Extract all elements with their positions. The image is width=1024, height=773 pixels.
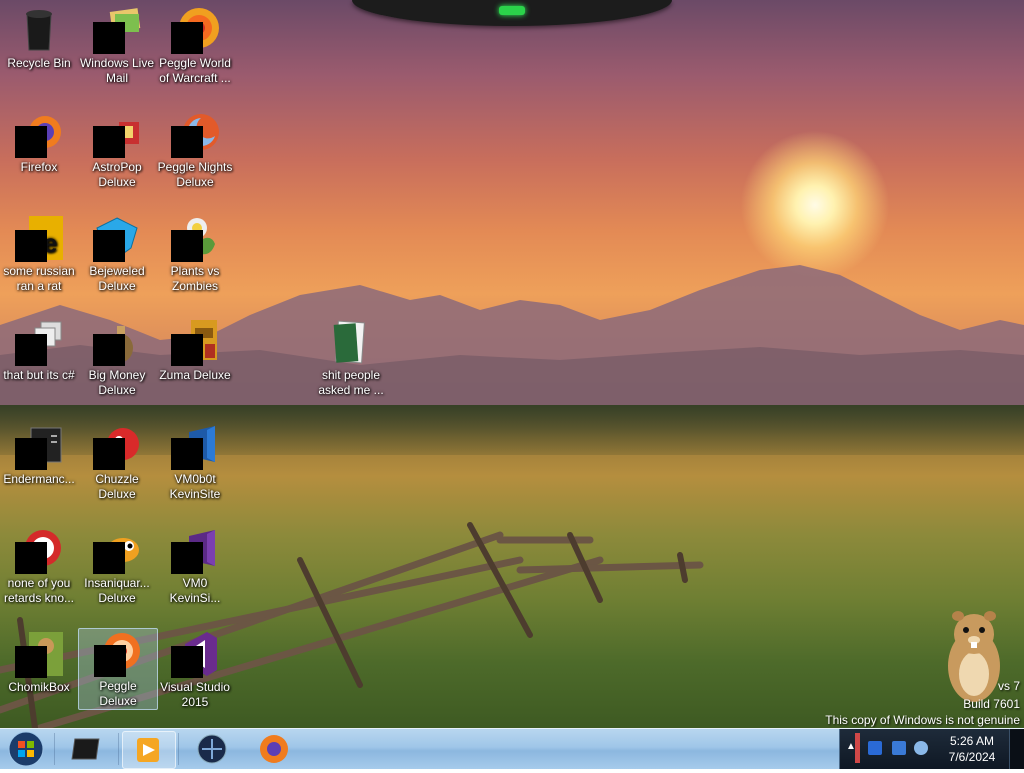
gadget-indicator-light [499, 6, 525, 15]
clock-time: 5:26 AM [949, 734, 995, 748]
taskbar-item-media-player[interactable] [122, 731, 176, 769]
icon-label: VM0 KevinSi... [169, 576, 221, 605]
desktop-icon-big-money-deluxe[interactable]: Big Money Deluxe [78, 318, 156, 398]
start-button[interactable] [4, 730, 48, 768]
tray-divider-marker [855, 733, 860, 763]
peggle-nights-icon [171, 110, 219, 158]
clock-date: 7/6/2024 [948, 750, 996, 764]
desktop-icon-chomikbox[interactable]: ChomikBox [0, 630, 78, 695]
console-window-icon [15, 422, 63, 470]
desktop-icon-that-but-its-csharp[interactable]: that but its c# [0, 318, 78, 383]
opera-icon [15, 526, 63, 574]
peggle-wow-icon [171, 6, 219, 54]
insaniquarium-icon [93, 526, 141, 574]
watermark-line-1: vs 7 [997, 679, 1020, 693]
taskbar-item-firefox[interactable] [248, 731, 300, 767]
volume-tray-icon[interactable] [914, 741, 928, 755]
desktop-icon-bejeweled-deluxe[interactable]: Bejeweled Deluxe [78, 214, 156, 294]
watermark-line-2: Build 7601 [963, 697, 1020, 711]
window-stack-icon [15, 318, 63, 366]
visual-studio-2015-icon [171, 630, 219, 678]
desktop-icon-peggle-nights-deluxe[interactable]: Peggle Nights Deluxe [156, 110, 234, 190]
zuma-icon [171, 318, 219, 366]
desktop-icon-windows-live-mail[interactable]: Windows Live Mail [78, 6, 156, 86]
icon-label: Big Money Deluxe [88, 368, 146, 397]
icon-label: Peggle Deluxe [99, 679, 137, 708]
show-desktop-button[interactable] [1009, 729, 1024, 769]
icon-label: shit people asked me ... [318, 368, 384, 397]
recycle-bin-icon [15, 6, 63, 54]
taskbar-item-world-of-warcraft[interactable] [186, 731, 238, 767]
desktop-icon-some-russian-ran-a-rat[interactable]: e some russian ran a rat [0, 214, 78, 294]
folder-icon [327, 318, 375, 366]
network-tray-icon[interactable] [868, 741, 882, 755]
icon-label: Windows Live Mail [79, 56, 155, 85]
firefox-icon [260, 735, 288, 763]
big-money-icon [93, 318, 141, 366]
desktop-icon-none-of-you[interactable]: none of you retards kno... [0, 526, 78, 606]
adobe-reader-icon: e [15, 214, 63, 262]
icon-label: Chuzzle Deluxe [95, 472, 139, 501]
chomikbox-icon [15, 630, 63, 678]
taskbar-item-vmware[interactable] [62, 731, 114, 767]
icon-label: Recycle Bin [7, 56, 71, 70]
visual-studio-purple-icon [171, 526, 219, 574]
taskbar-clock[interactable]: 5:26 AM 7/6/2024 [932, 733, 1012, 765]
desktop-icon-visual-studio-2015[interactable]: Visual Studio 2015 [156, 630, 234, 710]
icon-label: ChomikBox [8, 680, 70, 694]
bejeweled-icon [93, 214, 141, 262]
windows-live-mail-icon [93, 6, 141, 54]
desktop-icon-chuzzle-deluxe[interactable]: Chuzzle Deluxe [78, 422, 156, 502]
peggle-icon [94, 629, 142, 677]
visual-studio-code-icon [171, 422, 219, 470]
icon-label: none of you retards kno... [3, 576, 75, 605]
icon-label: Peggle Nights Deluxe [157, 160, 233, 189]
taskbar-separator [54, 733, 55, 765]
taskbar-separator [118, 733, 119, 765]
icon-label: Plants vs Zombies [170, 264, 220, 293]
desktop-icon-vm0b0t-kevinsite[interactable]: VM0b0t KevinSite [156, 422, 234, 502]
desktop-icon-shit-people-asked-me[interactable]: shit people asked me ... [312, 318, 390, 398]
desktop-icon-vm0-kevinsite[interactable]: VM0 KevinSi... [156, 526, 234, 606]
world-of-warcraft-icon [197, 734, 227, 764]
action-center-tray-icon[interactable] [892, 741, 906, 755]
system-tray: ▲ 5:26 AM 7/6/2024 [839, 729, 1024, 769]
desktop-icon-endermanch[interactable]: Endermanc... [0, 422, 78, 487]
taskbar: ▲ 5:26 AM 7/6/2024 [0, 728, 1024, 769]
astropop-icon [93, 110, 141, 158]
icon-label: Bejeweled Deluxe [89, 264, 145, 293]
vmware-icon [71, 738, 100, 760]
desktop-icon-peggle-world-of-warcraft[interactable]: Peggle World of Warcraft ... [156, 6, 234, 86]
plants-vs-zombies-icon [171, 214, 219, 262]
media-player-icon [137, 738, 159, 762]
firefox-icon [15, 110, 63, 158]
desktop-icon-peggle-deluxe[interactable]: Peggle Deluxe [78, 628, 158, 710]
icon-label: AstroPop Deluxe [92, 160, 142, 189]
watermark-genuine-notice: This copy of Windows is not genuine [825, 713, 1020, 727]
taskbar-separator [178, 733, 179, 765]
desktop-icon-recycle-bin[interactable]: Recycle Bin [0, 6, 78, 71]
icon-label: that but its c# [3, 368, 75, 382]
desktop-icon-astropop-deluxe[interactable]: AstroPop Deluxe [78, 110, 156, 190]
icon-label: Zuma Deluxe [159, 368, 231, 382]
chuzzle-icon [93, 422, 141, 470]
icon-label: Firefox [20, 160, 58, 174]
icon-label: Endermanc... [3, 472, 75, 486]
icon-label: Peggle World of Warcraft ... [159, 56, 231, 85]
desktop-icon-zuma-deluxe[interactable]: Zuma Deluxe [156, 318, 234, 383]
desktop-icon-insaniquarium-deluxe[interactable]: Insaniquar... Deluxe [78, 526, 156, 606]
desktop-icon-plants-vs-zombies[interactable]: Plants vs Zombies [156, 214, 234, 294]
icon-label: VM0b0t KevinSite [169, 472, 221, 501]
icon-label: some russian ran a rat [3, 264, 75, 293]
icon-label: Insaniquar... Deluxe [84, 576, 150, 605]
desktop-icon-firefox[interactable]: Firefox [0, 110, 78, 175]
start-orb-icon [8, 731, 44, 767]
icon-label: Visual Studio 2015 [160, 680, 230, 709]
